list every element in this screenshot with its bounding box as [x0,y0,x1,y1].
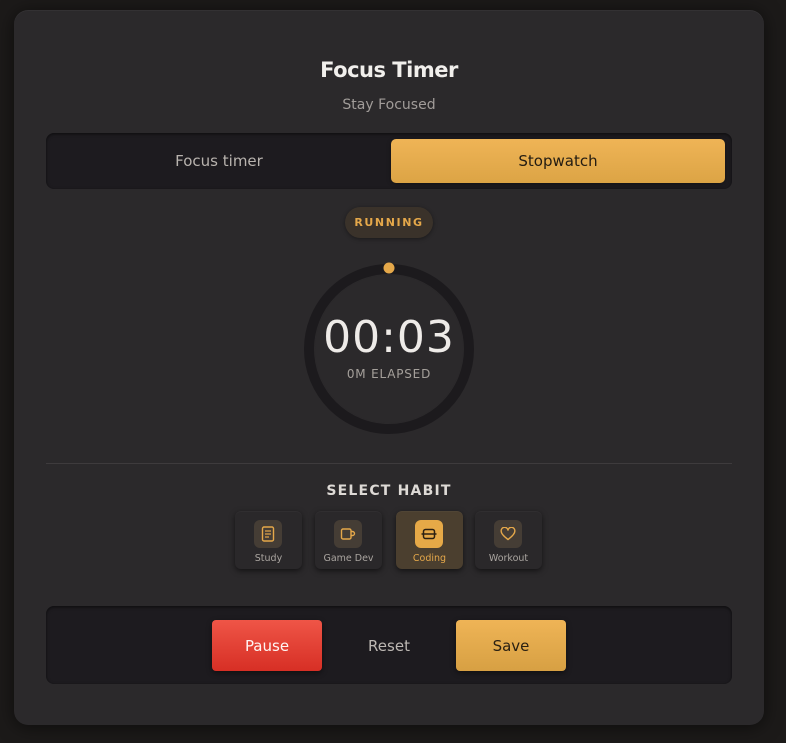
tab-focus-timer[interactable]: Focus timer [50,139,388,183]
habit-label: Coding [412,553,447,564]
section-divider [46,463,732,464]
habit-workout[interactable]: Workout [475,511,542,569]
pause-button[interactable]: Pause [212,620,322,671]
habit-label: Study [254,553,283,564]
save-button[interactable]: Save [456,620,566,671]
heart-icon [494,520,522,548]
page-title: Focus Timer [320,58,458,82]
progress-indicator-dot [383,262,395,274]
dumbbell-icon [415,520,443,548]
controls-bar: Pause Reset Save [46,606,732,684]
reset-button[interactable]: Reset [346,620,432,671]
timer-dial: 00:03 0M ELAPSED [300,260,478,438]
focus-timer-card: Focus Timer Stay Focused Focus timer Sto… [14,10,764,725]
habit-game-dev[interactable]: Game Dev [315,511,382,569]
tab-stopwatch[interactable]: Stopwatch [391,139,725,183]
habit-label: Game Dev [323,553,374,564]
habit-study[interactable]: Study [235,511,302,569]
book-icon [254,520,282,548]
habit-coding[interactable]: Coding [396,511,463,569]
page-subtitle: Stay Focused [342,97,436,113]
mug-icon [334,520,362,548]
mode-toggle: Focus timer Stopwatch [46,133,732,189]
elapsed-label: 0M ELAPSED [346,367,432,381]
habit-label: Workout [488,553,529,564]
timer-display: 00:03 [323,312,455,363]
status-badge: RUNNING [345,207,433,238]
select-habit-label: SELECT HABIT [326,483,452,499]
